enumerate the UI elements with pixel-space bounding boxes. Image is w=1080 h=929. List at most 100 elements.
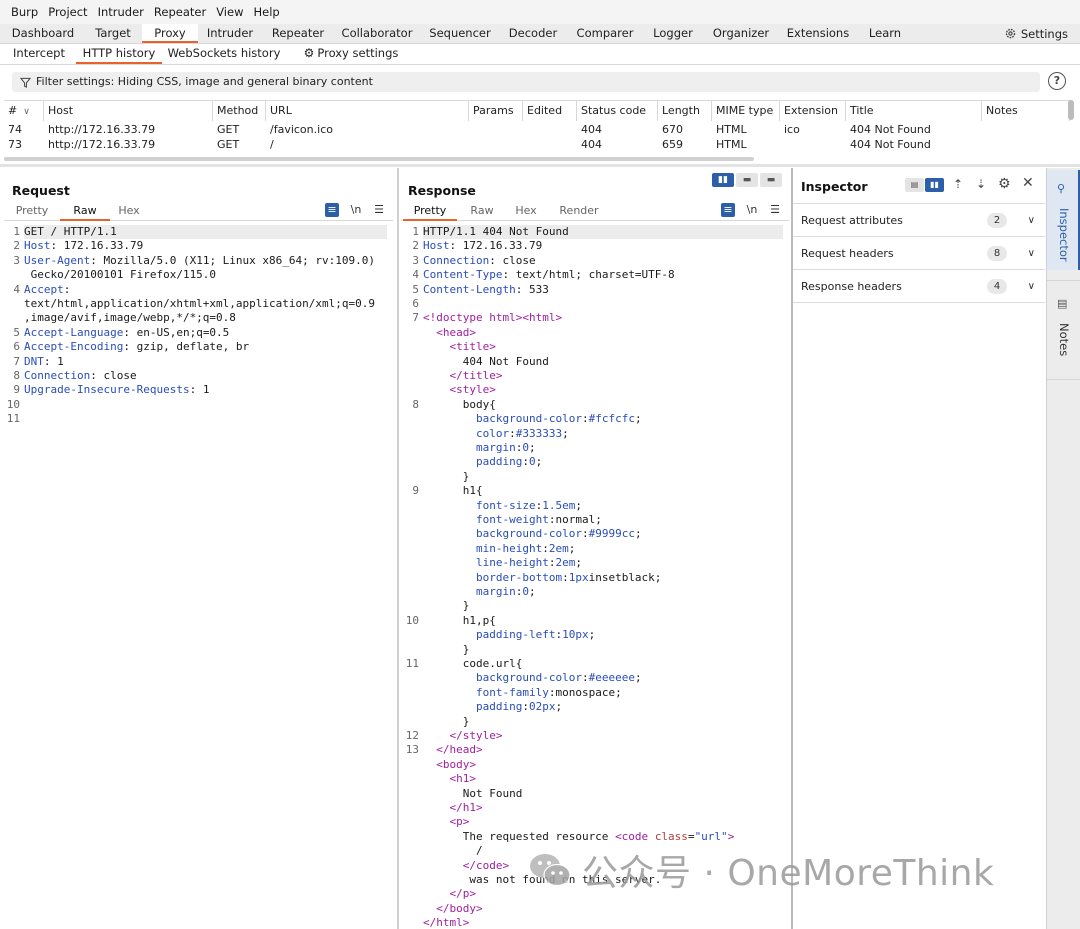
cell-status: 404 <box>581 123 602 136</box>
expand-all-icon[interactable]: ⇡ <box>953 177 963 191</box>
menu-icon[interactable]: ☰ <box>372 203 386 217</box>
subtab-proxy-settings[interactable]: ⚙ Proxy settings <box>298 44 404 64</box>
column-header-params[interactable]: Params <box>469 101 523 121</box>
cell-mime: HTML <box>716 123 747 136</box>
table-row[interactable]: 74 http://172.16.33.79 GET/favicon.ico 404 6… <box>4 122 1070 137</box>
view-tab-pretty[interactable]: Pretty <box>8 203 56 221</box>
tab-organizer[interactable]: Organizer <box>708 24 774 43</box>
response-line: padding-left:10px; <box>423 628 595 642</box>
filter-bar[interactable]: Filter settings: Hiding CSS, image and g… <box>12 72 1040 92</box>
tab-proxy[interactable]: Proxy <box>142 24 198 43</box>
layout-single-icon[interactable]: ▬ <box>760 173 782 187</box>
tab-learn[interactable]: Learn <box>862 24 908 43</box>
column-header-method[interactable]: Method <box>213 101 266 121</box>
inspector-section-request-attributes[interactable]: Request attributes 2 ∨ <box>793 204 1045 237</box>
column-header-title[interactable]: Title <box>846 101 982 121</box>
tab-extensions[interactable]: Extensions <box>782 24 854 43</box>
tab-comparer[interactable]: Comparer <box>572 24 638 43</box>
subtab-http-history[interactable]: HTTP history <box>76 44 162 64</box>
cell-title: 404 Not Found <box>850 123 931 136</box>
column-header-length[interactable]: Length <box>658 101 712 121</box>
menu-project[interactable]: Project <box>43 0 92 24</box>
newline-toggle[interactable]: \n <box>349 203 363 217</box>
inspector-section-response-headers[interactable]: Response headers 4 ∨ <box>793 270 1045 303</box>
split-divider[interactable] <box>0 164 1080 167</box>
column-header-host[interactable]: Host <box>44 101 213 121</box>
table-horizontal-scrollbar[interactable] <box>4 157 754 161</box>
tab-decoder[interactable]: Decoder <box>505 24 561 43</box>
inspector-layout-list-icon[interactable]: ▤ <box>905 178 924 192</box>
code-token: <head> <box>436 325 476 339</box>
column-header-#[interactable]: # ∨ <box>4 101 44 121</box>
response-line: Host: 172.16.33.79 <box>423 239 542 253</box>
response-line: </body> <box>423 902 482 916</box>
code-token: </style> <box>449 729 503 742</box>
menu-burp[interactable]: Burp <box>6 0 43 24</box>
menu-view[interactable]: View <box>211 0 248 24</box>
tab-collaborator[interactable]: Collaborator <box>337 24 417 43</box>
chevron-down-icon[interactable]: ∨ <box>1028 270 1035 303</box>
view-tab-pretty[interactable]: Pretty <box>403 203 457 221</box>
tab-sequencer[interactable]: Sequencer <box>425 24 495 43</box>
main-tabs: Settings Dashboard Target Proxy Intruder Rep… <box>0 24 1080 44</box>
settings-button[interactable]: Settings <box>1004 24 1068 43</box>
code-token: } <box>423 642 470 656</box>
newline-toggle[interactable]: \n <box>745 203 759 217</box>
pretty-print-icon[interactable]: ≡ <box>721 203 735 217</box>
inspector-section-request-headers[interactable]: Request headers 8 ∨ <box>793 237 1045 270</box>
layout-stack-icon[interactable]: ▬ <box>736 173 758 187</box>
inspector-layout-split-icon[interactable]: ▮▮ <box>925 178 944 192</box>
line-number: 3 <box>13 253 20 267</box>
table-row[interactable]: 73 http://172.16.33.79 GET / 404 659 HTML 404 N… <box>4 137 1070 152</box>
response-editor[interactable]: 1 HTTP/1.1 404 Not Found 2 Host: 172.16.33.… <box>399 225 789 929</box>
layout-split-icon[interactable]: ▮▮ <box>712 173 734 187</box>
request-line: Upgrade-Insecure-Requests: 1 <box>24 383 209 397</box>
chevron-down-icon[interactable]: ∨ <box>1028 204 1035 237</box>
code-token: ; <box>528 441 536 454</box>
code-token: margin <box>475 585 516 598</box>
menu-intruder[interactable]: Intruder <box>93 0 149 24</box>
column-header-edited[interactable]: Edited <box>523 101 577 121</box>
column-header-notes[interactable]: Notes <box>982 101 1070 121</box>
subtab-websockets-history[interactable]: WebSockets history <box>166 44 282 64</box>
request-editor[interactable]: 1 GET / HTTP/1.1 2 Host: 172.16.33.79 3 User-… <box>0 225 395 925</box>
code-token: ; <box>634 412 642 426</box>
view-tab-hex[interactable]: Hex <box>110 203 148 221</box>
close-icon[interactable]: ✕ <box>1022 175 1034 191</box>
tab-logger[interactable]: Logger <box>646 24 700 43</box>
collapse-all-icon[interactable]: ⇣ <box>976 177 986 191</box>
line-number: 9 <box>13 383 20 397</box>
sidebar-tab-inspector[interactable]: ⚲ Inspector <box>1047 170 1080 270</box>
sidebar-tab-notes[interactable]: ▤ Notes <box>1047 280 1080 380</box>
pretty-print-icon[interactable]: ≡ <box>325 203 339 217</box>
column-header-mime-type[interactable]: MIME type <box>712 101 780 121</box>
response-line: border-bottom:1pxinsetblack; <box>423 571 661 585</box>
tab-intruder[interactable]: Intruder <box>202 24 258 43</box>
table-scrollbar[interactable] <box>1068 100 1074 120</box>
view-tab-raw[interactable]: Raw <box>461 203 503 221</box>
view-tab-hex[interactable]: Hex <box>505 203 547 221</box>
code-token: 0 <box>528 455 536 469</box>
menu-icon[interactable]: ☰ <box>768 203 782 217</box>
line-number: 11 <box>6 412 20 426</box>
subtab-label: Proxy settings <box>317 46 399 60</box>
menu-help[interactable]: Help <box>248 0 284 24</box>
inspector-icon: ⚲ <box>1057 182 1066 195</box>
help-icon[interactable]: ? <box>1048 72 1066 90</box>
header-value: : gzip, deflate, br <box>123 340 250 354</box>
inspector-settings-icon[interactable]: ⚙ <box>998 176 1011 192</box>
view-tab-render[interactable]: Render <box>551 203 607 221</box>
tab-target[interactable]: Target <box>88 24 138 43</box>
tab-dashboard[interactable]: Dashboard <box>8 24 78 43</box>
view-tab-raw[interactable]: Raw <box>60 203 110 221</box>
menu-repeater[interactable]: Repeater <box>149 0 211 24</box>
column-header-extension[interactable]: Extension <box>780 101 846 121</box>
column-header-url[interactable]: URL <box>266 101 469 121</box>
tab-repeater[interactable]: Repeater <box>266 24 330 43</box>
subtab-intercept[interactable]: Intercept <box>8 44 70 64</box>
column-header-status-code[interactable]: Status code <box>577 101 658 121</box>
chevron-down-icon[interactable]: ∨ <box>1028 237 1035 270</box>
code-token: ; <box>528 585 536 598</box>
